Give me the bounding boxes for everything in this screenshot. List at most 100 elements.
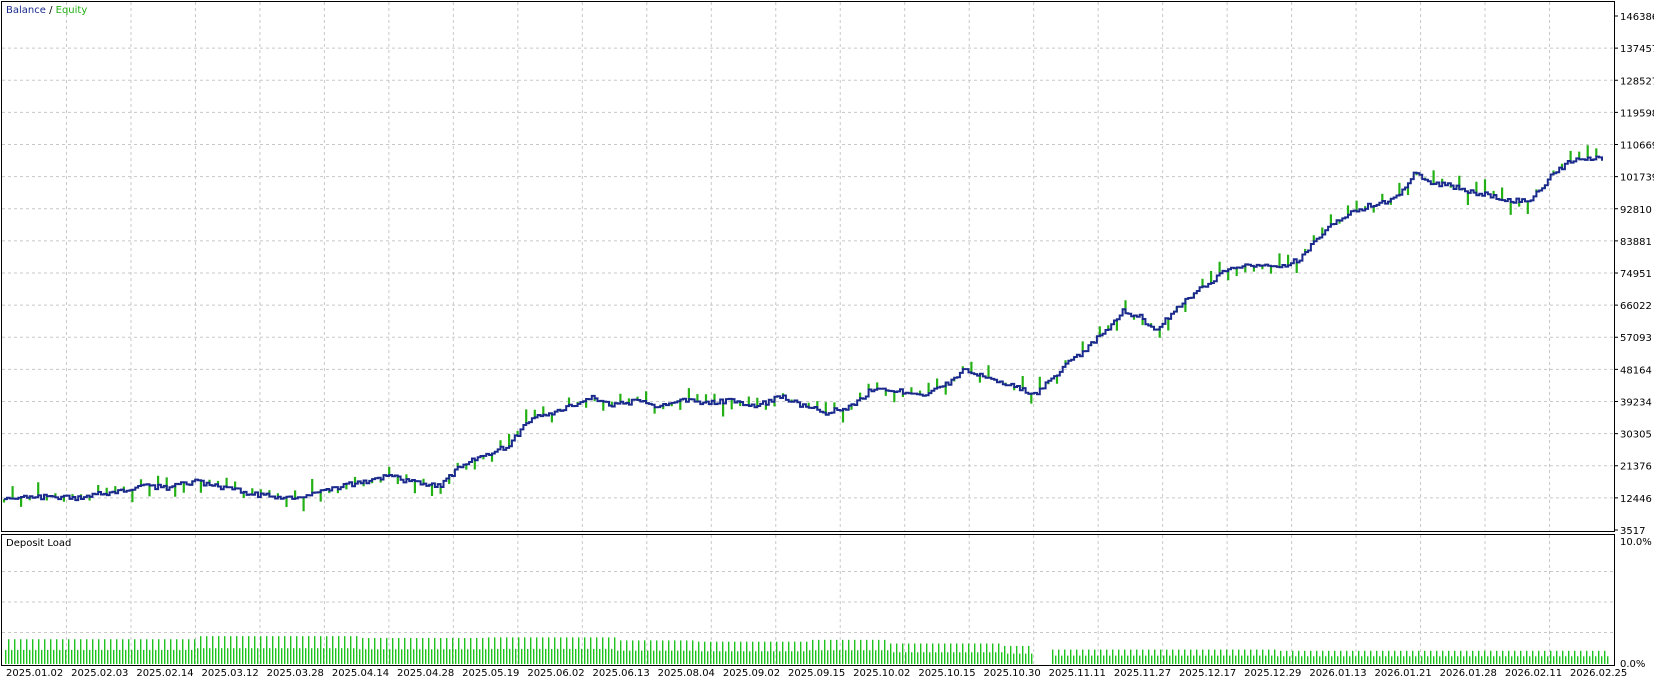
deposit-load-bar xyxy=(233,648,235,664)
deposit-load-bar xyxy=(671,650,673,664)
deposit-load-bar xyxy=(356,636,358,664)
deposit-load-bar xyxy=(878,639,880,664)
deposit-load-bar xyxy=(1433,656,1435,664)
deposit-load-bar xyxy=(1250,649,1252,664)
deposit-load-bar xyxy=(515,648,517,664)
legend-equity: Equity xyxy=(56,5,88,16)
deposit-load-bar xyxy=(860,639,862,664)
x-tick-label: 2025.06.13 xyxy=(593,668,650,679)
deposit-load-bar xyxy=(851,650,853,664)
deposit-load-bar xyxy=(371,649,373,664)
deposit-load-bar xyxy=(1574,650,1576,664)
deposit-load-bar xyxy=(14,639,16,664)
deposit-load-bar xyxy=(1103,655,1105,664)
deposit-load-bar xyxy=(224,636,226,664)
deposit-load-bar xyxy=(866,639,868,664)
deposit-load-bar xyxy=(1550,650,1552,664)
deposit-load-bar xyxy=(1379,656,1381,664)
deposit-load-bar xyxy=(881,650,883,664)
deposit-load-bar xyxy=(1457,656,1459,664)
deposit-load-bar xyxy=(344,636,346,664)
deposit-load-bar xyxy=(1463,656,1465,664)
deposit-load-bar xyxy=(461,649,463,664)
deposit-load-bar xyxy=(164,639,166,664)
deposit-load-bar xyxy=(596,637,598,664)
deposit-load-bar xyxy=(887,650,889,664)
deposit-load-bar xyxy=(962,643,964,664)
deposit-load-bar xyxy=(1601,656,1603,664)
deposit-load-bar xyxy=(821,650,823,664)
deposit-load-bar xyxy=(311,648,313,664)
deposit-load-bar xyxy=(995,652,997,664)
deposit-load-bar xyxy=(131,649,133,664)
deposit-load-bar xyxy=(1508,650,1510,664)
deposit-load-bar xyxy=(182,639,184,664)
deposit-load-bar xyxy=(1454,650,1456,664)
deposit-load-bar xyxy=(542,637,544,664)
deposit-load-bar xyxy=(134,639,136,664)
deposit-load-bar xyxy=(839,650,841,664)
x-tick-label: 2025.08.04 xyxy=(658,668,715,679)
deposit-load-bar xyxy=(500,637,502,664)
deposit-load-bar xyxy=(200,636,202,664)
deposit-load-bar xyxy=(1061,655,1063,664)
deposit-load-bar xyxy=(977,652,979,664)
deposit-load-bar xyxy=(197,648,199,664)
deposit-load-bar xyxy=(218,636,220,664)
deposit-load-bar xyxy=(965,652,967,664)
deposit-load-bar xyxy=(1016,645,1018,664)
deposit-load-bar xyxy=(137,649,139,664)
y-tick-label: 57093 xyxy=(1620,333,1652,344)
deposit-load-bar xyxy=(689,650,691,664)
deposit-load-bar xyxy=(284,636,286,664)
deposit-load-bar xyxy=(1562,650,1564,664)
deposit-load-bar xyxy=(446,637,448,664)
deposit-load-bar xyxy=(1364,650,1366,664)
deposit-load-bar xyxy=(710,641,712,664)
y-tick-label: 92810 xyxy=(1620,205,1652,216)
deposit-load-bar xyxy=(404,637,406,664)
deposit-load-bar xyxy=(245,648,247,664)
deposit-load-bar xyxy=(11,649,13,664)
deposit-load-bar xyxy=(1493,656,1495,664)
deposit-load-bar xyxy=(743,651,745,664)
deposit-load-bar xyxy=(1265,655,1267,664)
deposit-load-bar xyxy=(41,649,43,664)
deposit-load-bar xyxy=(173,649,175,664)
deposit-load-bar xyxy=(899,652,901,664)
deposit-load-bar xyxy=(677,650,679,664)
deposit-load-bar xyxy=(896,643,898,664)
deposit-load-bar xyxy=(845,650,847,664)
deposit-load-bar xyxy=(437,649,439,664)
deposit-load-bar xyxy=(1124,649,1126,664)
deposit-load-bar xyxy=(1070,649,1072,664)
deposit-load-bar xyxy=(74,639,76,664)
deposit-load-bar xyxy=(1223,655,1225,664)
deposit-load-bar xyxy=(1598,650,1600,664)
deposit-load-bar xyxy=(980,643,982,664)
deposit-load-bar xyxy=(221,648,223,664)
balance-equity-deposit-load-chart: 146386 137457 128527 119598 110669 101739 9281… xyxy=(0,0,1654,681)
x-tick-label: 2025.02.14 xyxy=(136,668,193,679)
legend: Balance / Equity xyxy=(6,5,87,16)
deposit-load-bar xyxy=(1160,649,1162,664)
deposit-load-bar xyxy=(950,643,952,664)
deposit-load-bar xyxy=(1400,650,1402,664)
deposit-load-bar xyxy=(1349,656,1351,664)
deposit-load-bar xyxy=(1283,656,1285,664)
deposit-load-bar xyxy=(1589,656,1591,664)
deposit-load-bar xyxy=(176,639,178,664)
deposit-load-bar xyxy=(872,639,874,664)
deposit-load-bar xyxy=(986,643,988,664)
y-tick-label: 110669 xyxy=(1620,140,1654,151)
deposit-load-bar xyxy=(1289,656,1291,664)
deposit-load-bar xyxy=(1259,655,1261,664)
deposit-load-bar xyxy=(206,636,208,664)
deposit-load-bar xyxy=(719,651,721,664)
x-tick-label: 2026.02.25 xyxy=(1570,668,1627,679)
deposit-load-bar xyxy=(1529,656,1531,664)
deposit-load-bar xyxy=(392,637,394,664)
deposit-load-bar xyxy=(1136,649,1138,664)
deposit-load-bar xyxy=(1121,655,1123,664)
deposit-load-bar xyxy=(278,636,280,664)
